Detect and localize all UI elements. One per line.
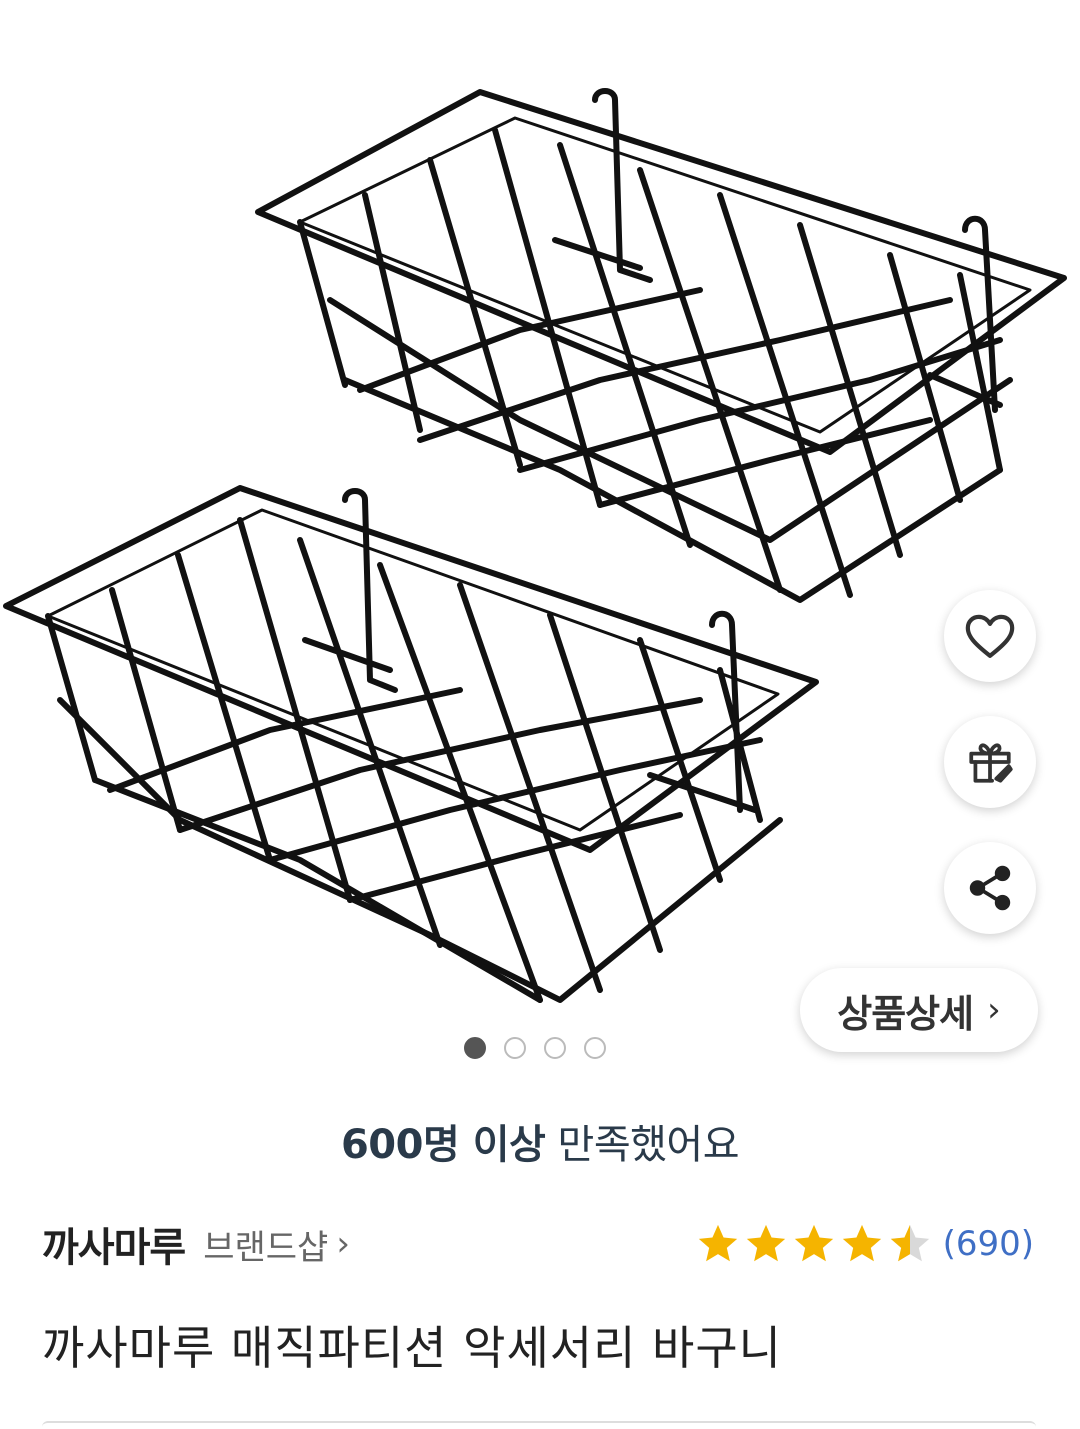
- carousel-dot-2[interactable]: [504, 1037, 526, 1059]
- star-icon: [794, 1224, 833, 1262]
- satisfaction-summary: 600명 이상 만족했어요: [0, 1112, 1080, 1170]
- heart-icon: [965, 614, 1015, 658]
- star-icon: [698, 1224, 737, 1262]
- satisfaction-text: 만족했어요: [557, 1122, 740, 1168]
- product-title: 까사마루 매직파티션 악세서리 바구니: [42, 1321, 782, 1375]
- brand-shop-label: 브랜드샵: [203, 1227, 329, 1268]
- star-icon: [842, 1224, 881, 1262]
- brand-row: 까사마루 브랜드샵 › (690): [42, 1212, 1034, 1276]
- wire-basket-image: [3, 88, 1067, 1003]
- satisfaction-count: 600명 이상: [340, 1122, 546, 1168]
- product-image-carousel[interactable]: [0, 0, 1080, 1030]
- product-detail-page: 상품상세 › 600명 이상 만족했어요 까사마루 브랜드샵 › (690) 까…: [0, 0, 1080, 1429]
- gift-button[interactable]: [944, 716, 1036, 808]
- carousel-dot-4[interactable]: [584, 1037, 606, 1059]
- rating[interactable]: (690): [695, 1221, 1034, 1267]
- half-star-icon: [890, 1224, 929, 1262]
- carousel-dot-1[interactable]: [464, 1037, 486, 1059]
- wishlist-button[interactable]: [944, 590, 1036, 682]
- chevron-right-icon: ›: [336, 1224, 350, 1264]
- share-button[interactable]: [944, 842, 1036, 934]
- chevron-right-icon: ›: [987, 990, 1001, 1030]
- carousel-pagination: [464, 1037, 606, 1059]
- star-icon: [746, 1224, 785, 1262]
- section-divider: [42, 1421, 1036, 1429]
- product-detail-label: 상품상세: [837, 991, 974, 1036]
- carousel-dot-3[interactable]: [544, 1037, 566, 1059]
- star-rating: [695, 1221, 933, 1267]
- share-icon: [969, 865, 1011, 911]
- brand-name[interactable]: 까사마루: [42, 1215, 186, 1273]
- review-count[interactable]: (690): [943, 1224, 1034, 1264]
- product-detail-button[interactable]: 상품상세 ›: [800, 968, 1038, 1052]
- gift-icon: [969, 743, 1013, 783]
- brand-shop-link[interactable]: 브랜드샵 ›: [203, 1220, 350, 1269]
